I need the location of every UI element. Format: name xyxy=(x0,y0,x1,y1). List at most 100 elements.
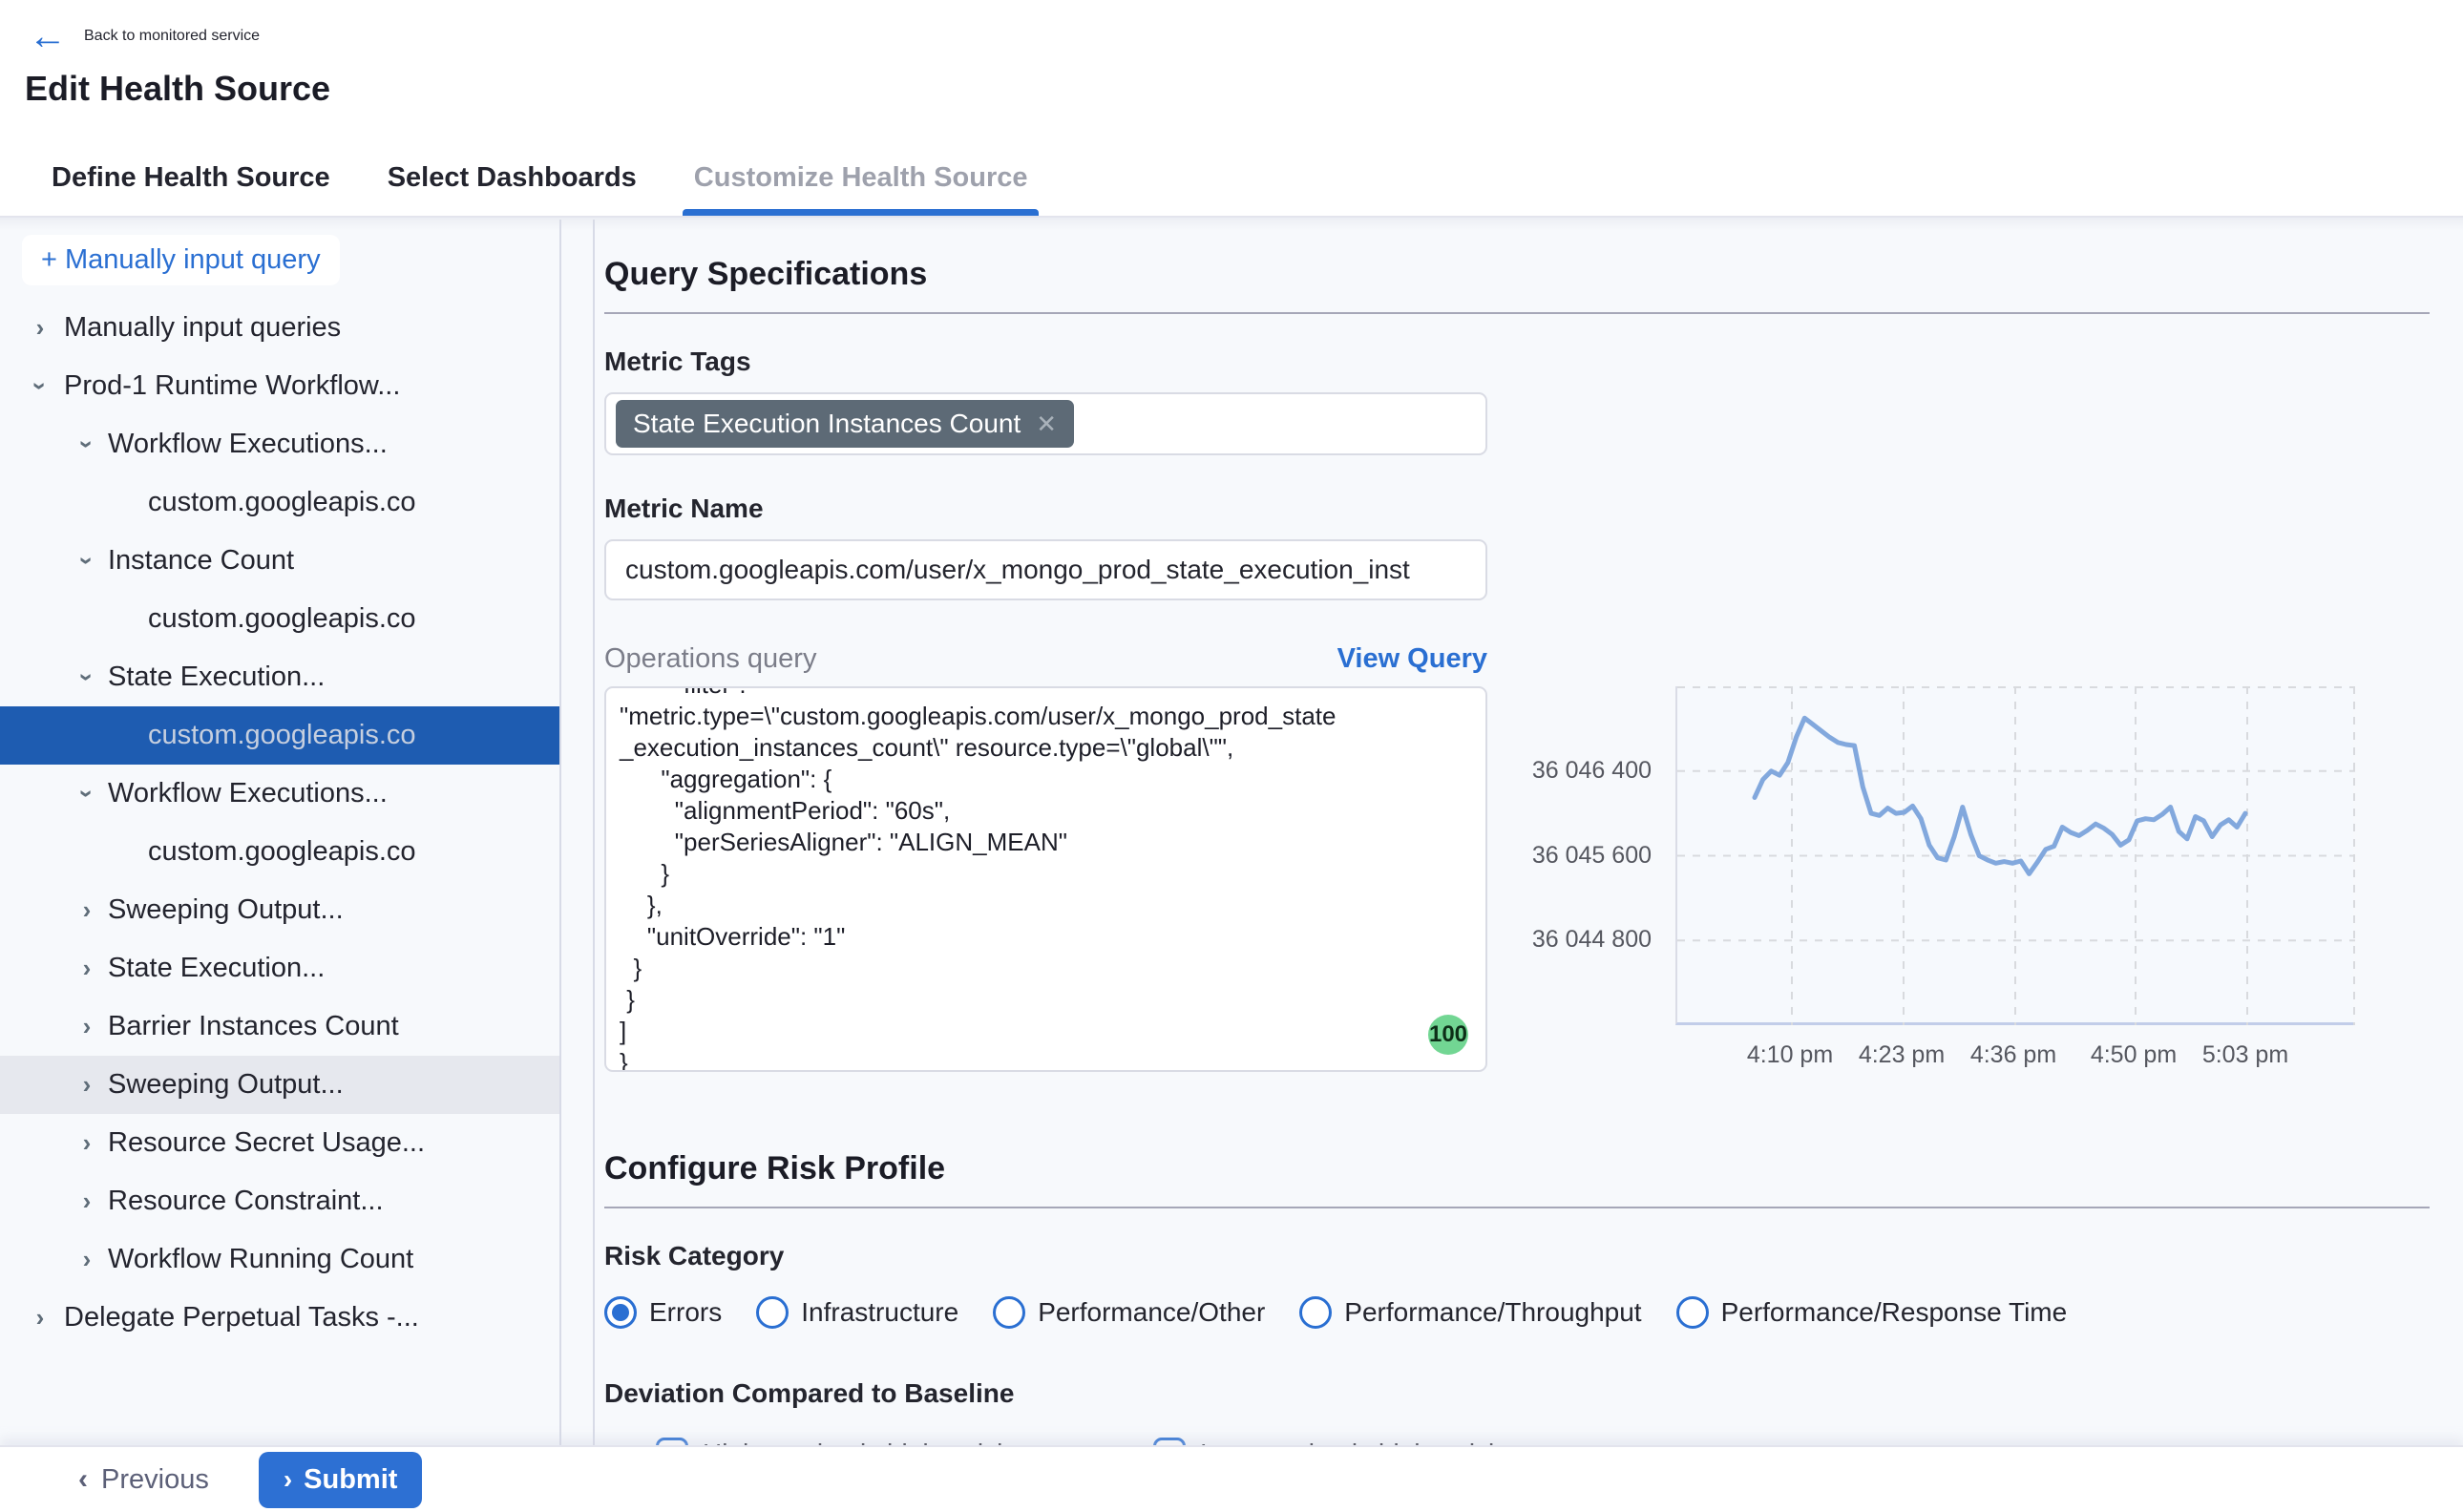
radio-label: Errors xyxy=(649,1297,722,1328)
risk-radio-performance-other[interactable]: Performance/Other xyxy=(993,1296,1265,1329)
content-area: + Manually input query ›Manually input q… xyxy=(0,220,2463,1445)
tree-item-label: Sweeping Output... xyxy=(108,1069,344,1101)
risk-profile-section: Configure Risk Profile Risk Category Err… xyxy=(604,1150,2430,1445)
tree-item[interactable]: › Resource Secret Usage... xyxy=(0,1114,559,1172)
radio-label: Performance/Other xyxy=(1038,1297,1265,1328)
remove-tag-icon[interactable]: ✕ xyxy=(1036,410,1057,439)
footer-bar: ‹ Previous › Submit xyxy=(0,1445,2463,1512)
chevron-right-icon[interactable]: › xyxy=(74,1245,99,1274)
tree-item-label: Sweeping Output... xyxy=(108,894,344,926)
add-manual-query-button[interactable]: + Manually input query xyxy=(22,235,340,285)
metrics-sidebar: + Manually input query ›Manually input q… xyxy=(0,220,561,1445)
view-query-link[interactable]: View Query xyxy=(1337,643,1487,675)
radio-icon[interactable] xyxy=(1676,1296,1709,1329)
tree-item[interactable]: › Sweeping Output... xyxy=(0,881,559,939)
checkbox-icon[interactable] xyxy=(1153,1438,1186,1445)
operations-query-text: "filter": "metric.type=\"custom.googleap… xyxy=(606,686,1485,1072)
operations-query-textarea[interactable]: "filter": "metric.type=\"custom.googleap… xyxy=(604,686,1487,1072)
risk-radio-errors[interactable]: Errors xyxy=(604,1296,722,1329)
tree-item[interactable]: › Workflow Running Count xyxy=(0,1230,559,1289)
chevron-down-icon[interactable]: › xyxy=(73,665,102,690)
deviation-checkbox-lower-value-is-higher-risk[interactable]: Lower value is higher risk xyxy=(1153,1438,1502,1445)
radio-icon[interactable] xyxy=(993,1296,1025,1329)
section-divider-2 xyxy=(604,1207,2430,1208)
chevron-right-icon[interactable]: › xyxy=(74,1012,99,1041)
deviation-checkbox-higher-value-is-higher-risk[interactable]: Higher value is higher risk xyxy=(656,1438,1010,1445)
tree-item[interactable]: › Resource Constraint... xyxy=(0,1172,559,1230)
chevron-right-icon[interactable]: › xyxy=(74,1128,99,1158)
chevron-left-icon: ‹ xyxy=(78,1463,88,1496)
tree-item[interactable]: › Sweeping Output... xyxy=(0,1056,559,1114)
tab-select-dashboards[interactable]: Select Dashboards xyxy=(382,139,642,216)
tree-item-label: Resource Constraint... xyxy=(108,1186,384,1217)
tree-item-label: Prod-1 Runtime Workflow... xyxy=(64,370,400,402)
risk-radio-performance-response-time[interactable]: Performance/Response Time xyxy=(1676,1296,2068,1329)
tree-item[interactable]: custom.googleapis.co xyxy=(0,473,559,532)
checkbox-icon[interactable] xyxy=(656,1438,688,1445)
tree-item[interactable]: ›Workflow Executions... xyxy=(0,765,559,823)
chevron-right-icon[interactable]: › xyxy=(74,1070,99,1100)
metric-tags-label: Metric Tags xyxy=(604,346,2430,377)
tree-item-label: Resource Secret Usage... xyxy=(108,1127,425,1159)
chevron-right-icon[interactable]: › xyxy=(74,895,99,925)
query-specifications-heading: Query Specifications xyxy=(604,256,2430,293)
radio-label: Performance/Response Time xyxy=(1721,1297,2068,1328)
radio-label: Performance/Throughput xyxy=(1344,1297,1641,1328)
metric-tag-chip[interactable]: State Execution Instances Count ✕ xyxy=(616,400,1074,448)
back-link-label[interactable]: Back to monitored service xyxy=(84,28,260,45)
submit-button[interactable]: › Submit xyxy=(259,1452,423,1508)
checkbox-label: Higher value is higher risk xyxy=(703,1438,1010,1445)
tree-item[interactable]: ›Delegate Perpetual Tasks -... xyxy=(0,1289,559,1347)
chevron-down-icon[interactable]: › xyxy=(73,432,102,457)
chevron-down-icon[interactable]: › xyxy=(73,549,102,574)
metric-tags-input[interactable]: State Execution Instances Count ✕ xyxy=(604,392,1487,455)
chevron-down-icon[interactable]: › xyxy=(73,782,102,807)
deviation-label: Deviation Compared to Baseline xyxy=(604,1378,2430,1409)
metric-tree: ›Manually input queries›Prod-1 Runtime W… xyxy=(0,299,559,1347)
tree-item[interactable]: › State Execution... xyxy=(0,939,559,998)
main-panel: Query Specifications Metric Tags State E… xyxy=(593,220,2463,1445)
tree-item-label: Instance Count xyxy=(108,545,294,577)
tree-item[interactable]: ›Workflow Executions... xyxy=(0,415,559,473)
operations-row: Operations query View Query "filter": "m… xyxy=(604,642,2430,1087)
chevron-right-icon[interactable]: › xyxy=(74,1186,99,1216)
tree-item[interactable]: custom.googleapis.co xyxy=(0,823,559,881)
back-arrow-icon[interactable]: ← xyxy=(29,17,67,55)
radio-selected-icon[interactable] xyxy=(604,1296,637,1329)
tree-item[interactable]: › Prod-1 Runtime Workflow... xyxy=(0,357,559,415)
tree-item[interactable]: ›Instance Count xyxy=(0,532,559,590)
x-axis-tick-label: 5:03 pm xyxy=(2169,1041,2322,1069)
tree-item-label: Workflow Running Count xyxy=(108,1244,413,1275)
query-count-badge: 100 xyxy=(1428,1015,1468,1055)
radio-icon[interactable] xyxy=(756,1296,789,1329)
tree-item-label: State Execution... xyxy=(108,953,325,984)
back-link[interactable]: ← Back to monitored service xyxy=(29,17,260,55)
sidebar-gutter xyxy=(561,220,593,1445)
chevron-down-icon[interactable]: › xyxy=(26,374,55,399)
tab-customize-health-source[interactable]: Customize Health Source xyxy=(688,139,1034,216)
tab-define-health-source[interactable]: Define Health Source xyxy=(46,139,336,216)
tree-item-label: custom.googleapis.co xyxy=(148,836,416,868)
risk-radio-infrastructure[interactable]: Infrastructure xyxy=(756,1296,958,1329)
tree-item[interactable]: custom.googleapis.co xyxy=(0,706,559,765)
metric-tag-chip-label: State Execution Instances Count xyxy=(633,409,1021,439)
radio-icon[interactable] xyxy=(1299,1296,1332,1329)
tree-item[interactable]: ›Manually input queries xyxy=(0,299,559,357)
tree-item[interactable]: custom.googleapis.co xyxy=(0,590,559,648)
tree-item[interactable]: ›State Execution... xyxy=(0,648,559,706)
chevron-right-icon[interactable]: › xyxy=(74,954,99,983)
chevron-right-icon[interactable]: › xyxy=(28,313,53,343)
tree-item-label: Workflow Executions... xyxy=(108,778,388,809)
page-title: Edit Health Source xyxy=(25,69,330,109)
chart-plot-area xyxy=(1675,686,2353,1025)
metric-name-input[interactable] xyxy=(604,539,1487,600)
chevron-right-icon[interactable]: › xyxy=(28,1303,53,1333)
submit-button-label: Submit xyxy=(304,1464,397,1496)
previous-button[interactable]: ‹ Previous xyxy=(78,1463,209,1496)
metric-preview-chart: 36 046 40036 045 60036 044 8004:10 pm4:2… xyxy=(1508,686,2430,1087)
page-header: ← Back to monitored service Edit Health … xyxy=(0,0,2463,218)
risk-category-radio-group: Errors Infrastructure Performance/Other Per… xyxy=(604,1296,2430,1329)
tree-item[interactable]: ›Barrier Instances Count xyxy=(0,998,559,1056)
tree-item-label: State Execution... xyxy=(108,662,325,693)
risk-radio-performance-throughput[interactable]: Performance/Throughput xyxy=(1299,1296,1641,1329)
